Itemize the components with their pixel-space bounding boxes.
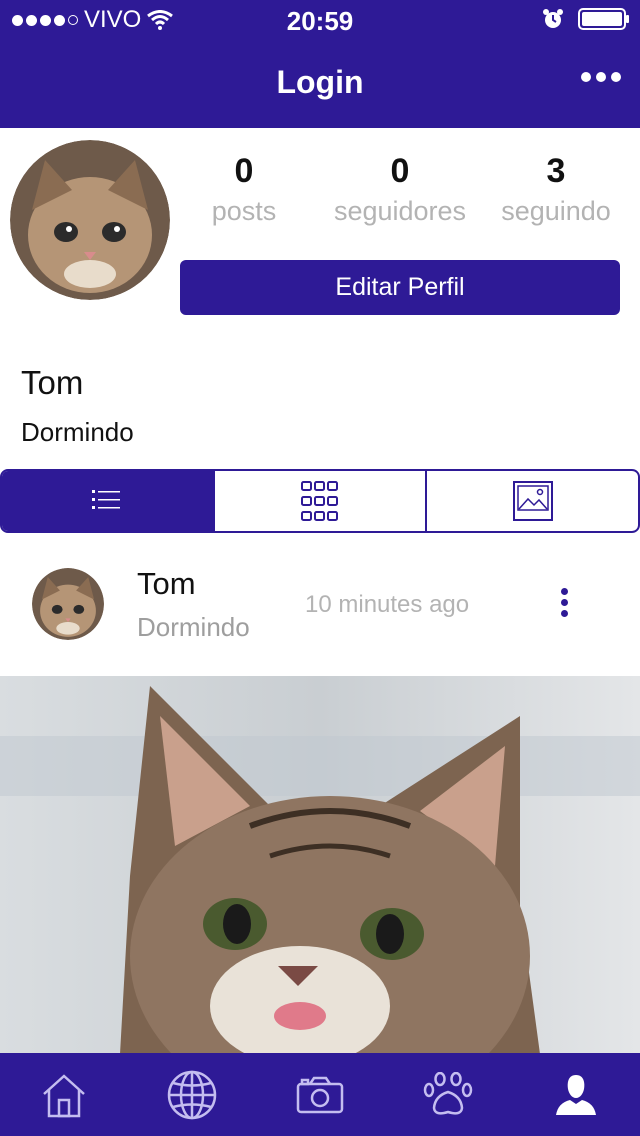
profile-name: Tom bbox=[21, 364, 84, 401]
tab-pets[interactable] bbox=[384, 1053, 512, 1136]
home-icon bbox=[43, 1073, 85, 1117]
post-options-icon[interactable] bbox=[552, 588, 576, 622]
paw-icon bbox=[423, 1071, 473, 1115]
edit-profile-button[interactable]: Editar Perfil bbox=[180, 260, 620, 315]
tab-home[interactable] bbox=[0, 1053, 128, 1136]
profile-avatar[interactable] bbox=[10, 140, 170, 300]
user-icon bbox=[556, 1074, 596, 1115]
post-image[interactable] bbox=[0, 676, 640, 1054]
tab-explore[interactable] bbox=[128, 1053, 256, 1136]
list-icon bbox=[92, 490, 121, 509]
navigation-bar: Login bbox=[0, 40, 640, 128]
profile-status: Dormindo bbox=[21, 417, 134, 447]
stat-following[interactable]: 3 seguindo bbox=[481, 152, 631, 227]
tab-grid-view[interactable] bbox=[215, 471, 428, 531]
camera-icon bbox=[296, 1076, 344, 1113]
post-author-status: Dormindo bbox=[137, 612, 250, 642]
grid-icon bbox=[301, 481, 338, 521]
bottom-tab-bar bbox=[0, 1053, 640, 1136]
stat-followers[interactable]: 0 seguidores bbox=[325, 152, 475, 227]
globe-icon bbox=[167, 1070, 217, 1119]
status-bar: VIVO 20:59 bbox=[0, 0, 640, 40]
post-author-name[interactable]: Tom bbox=[137, 566, 196, 602]
post-timestamp: 10 minutes ago bbox=[305, 591, 470, 618]
tab-profile[interactable] bbox=[512, 1053, 640, 1136]
battery-icon bbox=[578, 8, 629, 30]
stat-posts[interactable]: 0 posts bbox=[169, 152, 319, 227]
image-icon bbox=[512, 481, 553, 521]
more-options-icon[interactable] bbox=[580, 70, 622, 84]
post-avatar[interactable] bbox=[32, 568, 104, 640]
tab-list-view[interactable] bbox=[2, 471, 215, 531]
view-switcher bbox=[0, 469, 640, 533]
tab-camera[interactable] bbox=[256, 1053, 384, 1136]
tab-image-view[interactable] bbox=[427, 471, 638, 531]
alarm-icon bbox=[543, 9, 563, 28]
page-title: Login bbox=[276, 64, 364, 100]
